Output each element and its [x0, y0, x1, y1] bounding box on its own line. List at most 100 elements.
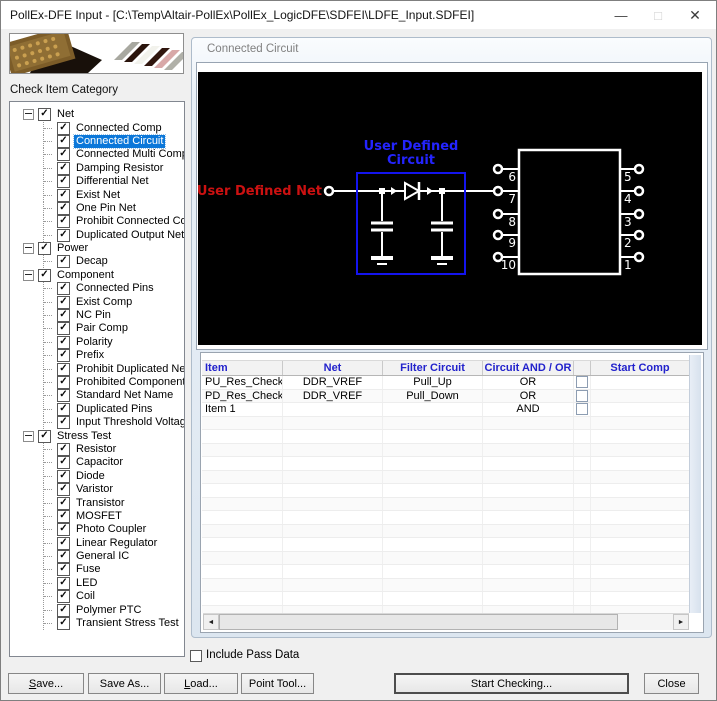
tree-item-row[interactable]: ✓ Capacitor: [10, 456, 184, 470]
tree-item-label[interactable]: NC Pin: [74, 309, 113, 322]
table-cell[interactable]: [383, 403, 483, 416]
tree-item-checkbox[interactable]: ✓: [57, 255, 70, 269]
tree-item-label[interactable]: Polymer PTC: [74, 604, 143, 617]
include-pass-data-checkbox[interactable]: [190, 650, 202, 662]
tree-item-checkbox[interactable]: ✓: [38, 268, 51, 282]
checkbox-cell[interactable]: [574, 389, 591, 402]
collapse-minus-icon[interactable]: [23, 269, 34, 281]
collapse-minus-icon[interactable]: [23, 243, 34, 255]
tree-item-label[interactable]: Polarity: [74, 336, 115, 349]
tree-item-checkbox[interactable]: ✓: [57, 483, 70, 497]
checkbox-cell[interactable]: [574, 403, 591, 416]
save-as-button[interactable]: Save As...: [88, 673, 161, 694]
tree-item-label[interactable]: Connected Multi Comp: [74, 148, 184, 161]
tree-item-row[interactable]: ✓ Decap: [10, 255, 184, 269]
tree-item-row[interactable]: ✓ Exist Comp: [10, 295, 184, 309]
tree-category-row[interactable]: ✓ Stress Test: [10, 429, 184, 443]
tree-item-row[interactable]: ✓ Input Threshold Voltage: [10, 416, 184, 430]
tree-item-checkbox[interactable]: ✓: [57, 134, 70, 148]
tree-item-checkbox[interactable]: ✓: [57, 469, 70, 483]
tree-item-checkbox[interactable]: ✓: [57, 201, 70, 215]
tree-item-row[interactable]: ✓ Connected Pins: [10, 282, 184, 296]
tree-item-checkbox[interactable]: ✓: [57, 376, 70, 389]
table-cell[interactable]: PD_Res_Check: [202, 389, 283, 402]
tree-item-checkbox[interactable]: ✓: [57, 576, 70, 590]
tree-item-label[interactable]: Connected Comp: [74, 122, 164, 135]
close-button[interactable]: Close: [644, 673, 699, 694]
table-cell[interactable]: Pull_Up: [383, 376, 483, 389]
tree-item-checkbox[interactable]: ✓: [57, 228, 70, 242]
tree-item-checkbox[interactable]: ✓: [57, 617, 70, 631]
tree-item-checkbox[interactable]: ✓: [57, 603, 70, 617]
tree-item-row[interactable]: ✓ Resistor: [10, 442, 184, 456]
tree-item-label[interactable]: Capacitor: [74, 456, 125, 469]
tree-item-row[interactable]: ✓ Fuse: [10, 563, 184, 577]
start-comp-checkbox[interactable]: [576, 403, 588, 416]
tree-item-checkbox[interactable]: ✓: [57, 148, 70, 162]
table-cell[interactable]: DDR_VREF: [283, 389, 383, 402]
tree-item-row[interactable]: ✓ Connected Multi Comp: [10, 148, 184, 162]
tree-item-checkbox[interactable]: ✓: [57, 536, 70, 550]
tree-item-label[interactable]: Pair Comp: [74, 322, 130, 335]
collapse-minus-icon[interactable]: [23, 109, 34, 121]
tree-item-row[interactable]: ✓ Pair Comp: [10, 322, 184, 336]
tree-item-row[interactable]: ✓ General IC: [10, 550, 184, 564]
tree-item-row[interactable]: ✓ Duplicated Pins: [10, 402, 184, 416]
tree-item-row[interactable]: ✓ LED: [10, 576, 184, 590]
tree-item-label[interactable]: Fuse: [74, 563, 102, 576]
table-cell[interactable]: PU_Res_Check: [202, 376, 283, 389]
table-cell[interactable]: OR: [483, 376, 574, 389]
tree-item-label[interactable]: Exist Comp: [74, 296, 134, 309]
tree-item-label[interactable]: Prohibit Duplicated Net: [74, 363, 184, 376]
tree-item-checkbox[interactable]: ✓: [38, 108, 51, 122]
tree-item-label[interactable]: Power: [55, 242, 90, 255]
tree-item-checkbox[interactable]: ✓: [57, 349, 70, 363]
tree-item-row[interactable]: ✓ Duplicated Output Net: [10, 228, 184, 242]
start-comp-checkbox[interactable]: [576, 389, 588, 402]
tree-item-row[interactable]: ✓ Coil: [10, 590, 184, 604]
tree-item-label[interactable]: Input Threshold Voltage: [74, 416, 184, 429]
tree-item-row[interactable]: ✓ One Pin Net: [10, 201, 184, 215]
tree-item-row[interactable]: ✓ Prefix: [10, 349, 184, 363]
tree-item-label[interactable]: One Pin Net: [74, 202, 138, 215]
tree-item-checkbox[interactable]: ✓: [57, 442, 70, 456]
tree-item-checkbox[interactable]: ✓: [57, 563, 70, 577]
tree-item-row[interactable]: ✓ Transistor: [10, 496, 184, 510]
tree-item-label[interactable]: Diode: [74, 470, 107, 483]
tree-item-label[interactable]: Connected Circuit: [72, 133, 167, 149]
table-cell[interactable]: OR: [483, 389, 574, 402]
tree-item-label[interactable]: Differential Net: [74, 175, 151, 188]
tree-item-label[interactable]: Duplicated Output Net: [74, 229, 184, 242]
tree-item-row[interactable]: ✓ Photo Coupler: [10, 523, 184, 537]
scrollbar-track[interactable]: [618, 614, 673, 630]
point-tool-button[interactable]: Point Tool...: [241, 673, 314, 694]
table-cell[interactable]: [283, 403, 383, 416]
table-cell[interactable]: [591, 390, 689, 403]
tree-item-row[interactable]: ✓ Varistor: [10, 483, 184, 497]
tree-item-label[interactable]: Net: [55, 108, 76, 121]
tree-item-checkbox[interactable]: ✓: [57, 509, 70, 523]
tree-category-row[interactable]: ✓ Component: [10, 268, 184, 282]
tree-item-row[interactable]: ✓ Transient Stress Test: [10, 617, 184, 631]
tree-item-label[interactable]: Stress Test: [55, 430, 113, 443]
vertical-scrollbar[interactable]: [689, 355, 701, 613]
tree-item-row[interactable]: ✓ NC Pin: [10, 309, 184, 323]
tree-item-checkbox[interactable]: ✓: [57, 215, 70, 229]
start-comp-checkbox[interactable]: [576, 376, 588, 389]
tree-item-checkbox[interactable]: ✓: [57, 416, 70, 430]
tree-item-label[interactable]: Prohibited Component: [74, 376, 184, 389]
collapse-minus-icon[interactable]: [23, 430, 34, 442]
tree-item-label[interactable]: Exist Net: [74, 189, 122, 202]
horizontal-scrollbar[interactable]: ◄ ►: [203, 613, 689, 630]
table-cell[interactable]: Item 1: [202, 403, 283, 416]
tree-item-label[interactable]: Prohibit Connected Comp: [74, 215, 184, 228]
tree-category-row[interactable]: ✓ Power: [10, 242, 184, 256]
tree-item-checkbox[interactable]: ✓: [57, 161, 70, 175]
tree-item-checkbox[interactable]: ✓: [38, 429, 51, 443]
tree-item-row[interactable]: ✓ Differential Net: [10, 175, 184, 189]
tree-item-checkbox[interactable]: ✓: [57, 496, 70, 510]
tree-item-row[interactable]: ✓ Prohibit Connected Comp: [10, 215, 184, 229]
tree-item-checkbox[interactable]: ✓: [57, 121, 70, 135]
table-cell[interactable]: Pull_Down: [383, 389, 483, 402]
tree-item-checkbox[interactable]: ✓: [57, 402, 70, 416]
